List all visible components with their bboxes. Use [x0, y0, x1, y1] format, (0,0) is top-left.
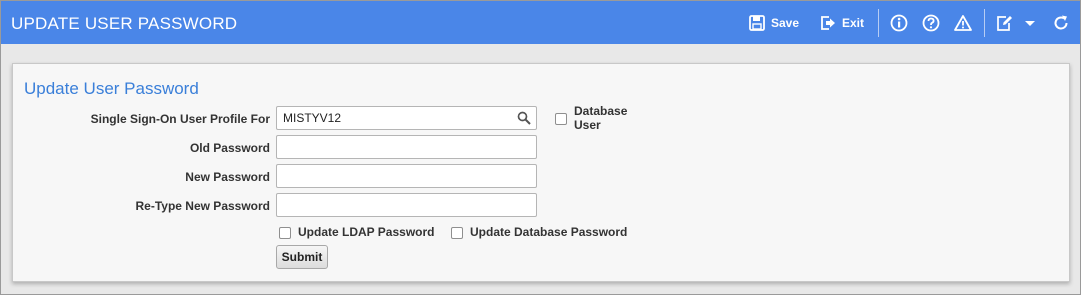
warning-icon[interactable]: [953, 13, 973, 33]
title-bar: UPDATE USER PASSWORD Save Exit: [1, 1, 1080, 44]
exit-label: Exit: [842, 16, 865, 30]
new-password-label: New Password: [185, 170, 270, 184]
update-password-panel: Update User Password Single Sign-On User…: [12, 63, 1070, 282]
update-database-label: Update Database Password: [470, 225, 628, 239]
retype-password-field[interactable]: [276, 193, 537, 217]
database-user-label-line1: Database: [574, 104, 628, 118]
panel-heading: Update User Password: [24, 79, 199, 98]
database-user-label: Database User: [574, 104, 627, 132]
save-label: Save: [771, 16, 800, 30]
update-database-checkbox[interactable]: [451, 227, 463, 239]
submit-button[interactable]: Submit: [276, 245, 328, 269]
sso-label: Single Sign-On User Profile For: [90, 112, 270, 126]
old-password-label: Old Password: [189, 141, 270, 155]
edit-icon[interactable]: [994, 13, 1014, 33]
update-ldap-label: Update LDAP Password: [298, 225, 435, 239]
database-user-checkbox[interactable]: [555, 113, 567, 125]
sso-user-input[interactable]: MISTYV12: [276, 106, 537, 130]
new-password-field[interactable]: [276, 164, 537, 188]
save-icon: [749, 15, 765, 31]
update-ldap-checkbox[interactable]: [279, 227, 291, 239]
window-title: UPDATE USER PASSWORD: [11, 14, 238, 33]
exit-button[interactable]: Exit: [820, 13, 864, 33]
search-icon[interactable]: [517, 111, 531, 125]
retype-password-label: Re-Type New Password: [135, 199, 270, 213]
save-button[interactable]: Save: [749, 13, 799, 33]
old-password-field[interactable]: [276, 135, 537, 159]
exit-icon: [821, 16, 835, 30]
help-icon[interactable]: [921, 13, 941, 33]
sso-user-value: MISTYV12: [283, 111, 342, 125]
dropdown-icon[interactable]: [1020, 13, 1040, 33]
toolbar-divider: [878, 9, 879, 37]
info-icon[interactable]: [889, 13, 909, 33]
app-window: UPDATE USER PASSWORD Save Exit Update Us…: [0, 0, 1081, 295]
toolbar-divider: [984, 9, 985, 37]
refresh-icon[interactable]: [1051, 13, 1071, 33]
database-user-label-line2: User: [574, 118, 601, 132]
